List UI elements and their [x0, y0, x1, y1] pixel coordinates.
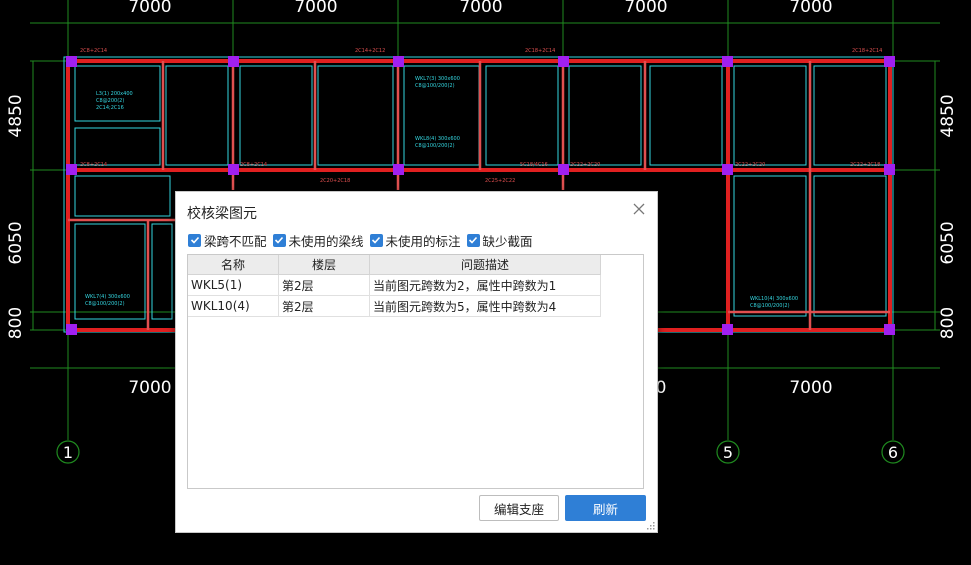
axis-label-1: 1	[63, 443, 73, 462]
svg-text:5C18/4C16: 5C18/4C16	[520, 162, 548, 168]
bottom-dim-1: 7000	[128, 378, 171, 398]
svg-text:C8@100/200(2): C8@100/200(2)	[85, 301, 125, 307]
checkbox-unused-annotation[interactable]: 未使用的标注	[369, 231, 461, 250]
refresh-button[interactable]: 刷新	[565, 495, 646, 521]
svg-text:2C8+2C14: 2C8+2C14	[240, 162, 267, 168]
svg-text:L3(1) 200x400: L3(1) 200x400	[96, 91, 133, 97]
left-dim-1: 4850	[6, 94, 26, 137]
column-header-name[interactable]: 名称	[188, 255, 279, 275]
svg-text:WKL7(4) 300x600: WKL7(4) 300x600	[85, 294, 130, 300]
right-dim-3: 800	[938, 307, 958, 339]
cell-name: WKL5(1)	[188, 274, 279, 296]
check-beam-dialog: 校核梁图元 梁跨不匹配 未使用的梁线 未使用的标注 缺少截面 名称 楼层 问题描…	[175, 191, 658, 533]
checkbox-label: 缺少截面	[482, 233, 533, 249]
svg-text:2C14;2C16: 2C14;2C16	[96, 105, 124, 111]
top-dim-1: 7000	[128, 0, 171, 17]
svg-text:WKL8(4) 300x600: WKL8(4) 300x600	[415, 136, 460, 142]
bottom-dim-3: 7000	[789, 378, 832, 398]
svg-text:2C22+2C18: 2C22+2C18	[850, 162, 880, 168]
top-dim-4: 7000	[624, 0, 667, 17]
svg-text:C8@100/200(2): C8@100/200(2)	[750, 303, 790, 309]
checkbox-checked-icon	[466, 233, 480, 247]
column-header-description[interactable]: 问题描述	[369, 255, 601, 275]
top-dim-5: 7000	[789, 0, 832, 17]
checkbox-label: 未使用的梁线	[288, 233, 364, 249]
dialog-title: 校核梁图元	[187, 206, 257, 222]
cell-floor: 第2层	[278, 274, 370, 296]
checkbox-span-mismatch[interactable]: 梁跨不匹配	[188, 231, 267, 250]
checkbox-label: 未使用的标注	[385, 233, 461, 249]
svg-text:2C18+2C14: 2C18+2C14	[852, 48, 882, 54]
right-dim-1: 4850	[938, 94, 958, 137]
svg-text:2C22+2C20: 2C22+2C20	[570, 162, 600, 168]
table-row[interactable]: WKL10(4) 第2层 当前图元跨数为5，属性中跨数为4	[188, 295, 601, 317]
checkbox-missing-section[interactable]: 缺少截面	[466, 231, 533, 250]
top-dim-2: 7000	[294, 0, 337, 17]
svg-text:WKL7(3) 300x600: WKL7(3) 300x600	[415, 76, 460, 82]
resize-grip-icon[interactable]	[647, 522, 655, 530]
svg-text:2C18+2C14: 2C18+2C14	[525, 48, 555, 54]
close-icon[interactable]	[631, 201, 647, 217]
table-header-row: 名称 楼层 问题描述	[188, 255, 601, 275]
left-dim-2: 6050	[6, 221, 26, 264]
checkbox-checked-icon	[369, 233, 383, 247]
svg-text:C8@100/200(2): C8@100/200(2)	[415, 83, 455, 89]
checkbox-checked-icon	[272, 233, 286, 247]
results-table[interactable]: 名称 楼层 问题描述 WKL5(1) 第2层 当前图元跨数为2，属性中跨数为1 …	[187, 254, 644, 489]
checkbox-unused-beam-line[interactable]: 未使用的梁线	[272, 231, 364, 250]
checkbox-checked-icon	[188, 233, 201, 247]
edit-support-button[interactable]: 编辑支座	[479, 495, 559, 521]
svg-text:2C25+2C22: 2C25+2C22	[485, 178, 515, 184]
svg-text:2C14+2C12: 2C14+2C12	[355, 48, 385, 54]
left-dim-3: 800	[6, 307, 26, 339]
svg-text:WKL10(4) 300x600: WKL10(4) 300x600	[750, 296, 798, 302]
column-header-floor[interactable]: 楼层	[278, 255, 370, 275]
svg-text:2C8+2C14: 2C8+2C14	[80, 162, 107, 168]
svg-text:2C20+2C18: 2C20+2C18	[320, 178, 350, 184]
cell-description: 当前图元跨数为5，属性中跨数为4	[369, 295, 601, 317]
checkbox-label: 梁跨不匹配	[204, 233, 267, 249]
filter-checkboxes: 梁跨不匹配 未使用的梁线 未使用的标注 缺少截面	[188, 231, 539, 250]
cell-description: 当前图元跨数为2，属性中跨数为1	[369, 274, 601, 296]
cell-floor: 第2层	[278, 295, 370, 317]
top-dim-3: 7000	[459, 0, 502, 17]
svg-text:2C8+2C14: 2C8+2C14	[80, 48, 107, 54]
axis-label-6: 6	[888, 443, 898, 462]
cell-name: WKL10(4)	[188, 295, 279, 317]
axis-label-5: 5	[723, 443, 733, 462]
svg-text:C8@200(2): C8@200(2)	[96, 98, 124, 104]
svg-text:C8@100/200(2): C8@100/200(2)	[415, 143, 455, 149]
right-dim-2: 6050	[938, 221, 958, 264]
table-row[interactable]: WKL5(1) 第2层 当前图元跨数为2，属性中跨数为1	[188, 274, 601, 296]
svg-text:2C22+2C20: 2C22+2C20	[735, 162, 765, 168]
